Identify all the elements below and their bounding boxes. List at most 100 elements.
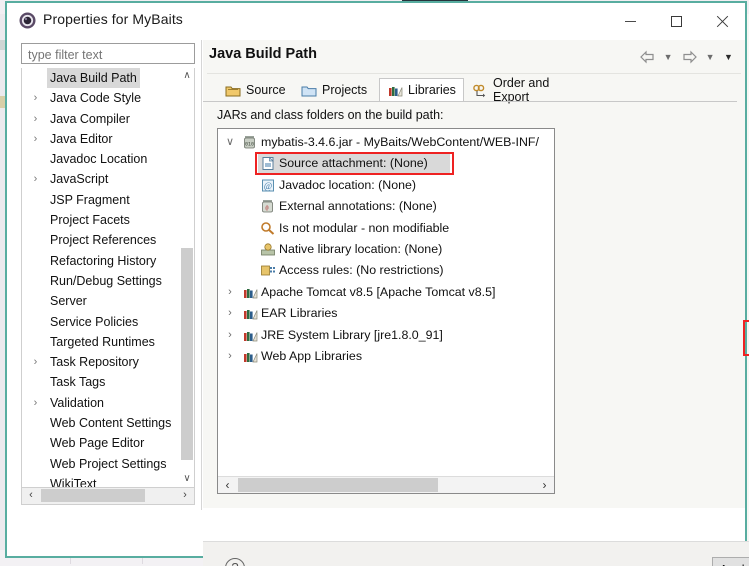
build-path-tree-row[interactable]: › Web App Libraries (218, 346, 554, 367)
tab-order-and-export[interactable]: Order and Export (464, 76, 586, 104)
sidebar-item-java-code-style[interactable]: › Java Code Style (22, 88, 182, 108)
chevron-right-icon[interactable]: › (224, 282, 236, 303)
tab-bar: Source Projects Libraries Order and Export (217, 76, 737, 104)
tab-projects[interactable]: Projects (293, 78, 379, 102)
sidebar-item-java-compiler[interactable]: › Java Compiler (22, 109, 182, 129)
build-path-row-label: EAR Libraries (261, 306, 338, 321)
build-path-tree-row[interactable]: Is not modular - non modifiable (218, 218, 554, 239)
build-path-tree-row[interactable]: › JRE System Library [jre1.8.0_91] (218, 325, 554, 346)
library-icon (242, 349, 258, 364)
settings-sidebar: Java Build Path › Java Code Style › Java Com… (15, 40, 197, 505)
sidebar-item-web-content-settings[interactable]: Web Content Settings (22, 413, 182, 433)
build-path-row-label: Web App Libraries (261, 348, 363, 363)
hscrollbar-thumb[interactable] (238, 478, 438, 492)
sidebar-item-server[interactable]: Server (22, 291, 182, 311)
chevron-right-icon[interactable]: › (30, 88, 41, 108)
chevron-right-icon[interactable]: › (30, 169, 41, 189)
maximize-icon (670, 16, 682, 27)
sidebar-item-project-facets[interactable]: Project Facets (22, 210, 182, 230)
chevron-right-icon[interactable]: › (224, 303, 236, 324)
minimize-button[interactable] (607, 3, 653, 40)
sidebar-item-run-debug-settings[interactable]: Run/Debug Settings (22, 271, 182, 291)
build-path-horizontal-scrollbar[interactable]: ‹ › (218, 476, 554, 493)
build-path-tree-row[interactable]: @ Javadoc location: (None) (218, 175, 554, 196)
chevron-right-icon[interactable]: › (224, 325, 236, 346)
external-annotations-icon: @ (260, 199, 276, 214)
close-button[interactable] (699, 3, 745, 40)
help-icon[interactable]: ? (225, 558, 245, 566)
properties-icon (19, 12, 36, 29)
library-icon (242, 328, 258, 343)
scroll-down-icon[interactable]: ∨ (180, 471, 194, 487)
sidebar-horizontal-scrollbar[interactable]: ‹ › (21, 488, 195, 505)
library-icon (242, 285, 258, 300)
build-path-tree-row[interactable]: Source attachment: (None) (218, 152, 554, 176)
forward-icon[interactable] (681, 50, 698, 64)
sidebar-item-jsp-fragment[interactable]: JSP Fragment (22, 190, 182, 210)
source-folder-icon (225, 83, 241, 98)
hscroll-left-icon[interactable]: ‹ (219, 477, 236, 493)
back-history-caret-down-icon[interactable]: ▼ (663, 50, 674, 64)
sidebar-item-javascript[interactable]: › JavaScript (22, 169, 182, 189)
sidebar-item-java-build-path[interactable]: Java Build Path (22, 68, 182, 89)
sidebar-item-label: Web Project Settings (50, 456, 167, 471)
scroll-up-icon[interactable]: ∧ (180, 68, 194, 84)
build-path-tree-row[interactable]: Access rules: (No restrictions) (218, 260, 554, 281)
sidebar-item-label: Targeted Runtimes (50, 334, 155, 349)
sidebar-item-wikitext[interactable]: WikiText (22, 474, 182, 488)
libraries-books-icon (387, 83, 403, 98)
sidebar-item-validation[interactable]: › Validation (22, 393, 182, 413)
sidebar-item-label: Task Tags (50, 375, 106, 390)
sidebar-item-java-editor[interactable]: › Java Editor (22, 129, 182, 149)
filter-box[interactable] (21, 43, 195, 65)
hscroll-right-icon[interactable]: › (177, 488, 193, 503)
build-path-row-label: mybatis-3.4.6.jar - MyBaits/WebContent/W… (261, 135, 539, 149)
search-input[interactable] (26, 44, 194, 65)
chevron-down-icon[interactable]: ∨ (224, 132, 236, 153)
tab-libraries[interactable]: Libraries (379, 78, 464, 102)
minimize-icon (624, 21, 636, 22)
forward-history-caret-down-icon[interactable]: ▼ (705, 50, 716, 64)
chevron-right-icon[interactable]: › (30, 393, 41, 413)
sidebar-item-web-page-editor[interactable]: Web Page Editor (22, 433, 182, 453)
sidebar-item-targeted-runtimes[interactable]: Targeted Runtimes (22, 332, 182, 352)
build-path-tree-row[interactable]: @ External annotations: (None) (218, 196, 554, 217)
back-icon[interactable] (639, 50, 656, 64)
sidebar-item-label: Refactoring History (50, 253, 157, 268)
build-path-row-label: Access rules: (No restrictions) (279, 263, 444, 278)
properties-dialog: Properties for MyBaits Java Build Path›J… (5, 1, 749, 566)
view-menu-caret-down-icon[interactable]: ▼ (723, 50, 734, 64)
sidebar-item-javadoc-location[interactable]: Javadoc Location (22, 149, 182, 169)
build-path-tree-row[interactable]: › Apache Tomcat v8.5 [Apache Tomcat v8.5] (218, 282, 554, 303)
apply-and-close-button[interactable]: Apply and Close (712, 557, 749, 566)
hscroll-left-icon[interactable]: ‹ (23, 488, 39, 503)
build-path-tree-row[interactable]: ∨ 010 mybatis-3.4.6.jar - MyBaits/WebConte… (218, 132, 554, 153)
sidebar-item-label: WikiText (50, 476, 97, 488)
tab-underline (203, 101, 737, 102)
tab-label: Projects (322, 83, 368, 97)
sidebar-item-web-project-settings[interactable]: Web Project Settings (22, 454, 182, 474)
sidebar-tree[interactable]: Java Build Path › Java Code Style › Java Com… (21, 68, 195, 488)
scrollbar-thumb[interactable] (181, 248, 193, 460)
chevron-right-icon[interactable]: › (30, 109, 41, 129)
sidebar-item-task-repository[interactable]: › Task Repository (22, 352, 182, 372)
build-path-row-label: Native library location: (None) (279, 241, 443, 256)
build-path-tree-row[interactable]: Native library location: (None) (218, 239, 554, 260)
sidebar-item-label: Task Repository (50, 355, 139, 370)
chevron-right-icon[interactable]: › (30, 352, 41, 372)
tab-source[interactable]: Source (217, 78, 293, 102)
sidebar-item-service-policies[interactable]: Service Policies (22, 312, 182, 332)
build-path-tree-row[interactable]: › EAR Libraries (218, 303, 554, 324)
build-path-tree[interactable]: ∨ 010 mybatis-3.4.6.jar - MyBaits/WebConte… (217, 128, 555, 494)
sidebar-item-label: Java Code Style (50, 91, 142, 106)
chevron-right-icon[interactable]: › (30, 129, 41, 149)
pane-splitter[interactable] (201, 40, 202, 510)
chevron-right-icon[interactable]: › (224, 346, 236, 367)
hscrollbar-thumb[interactable] (41, 489, 145, 502)
sidebar-vertical-scrollbar[interactable]: ∧ ∨ (180, 68, 194, 487)
sidebar-item-refactoring-history[interactable]: Refactoring History (22, 251, 182, 271)
sidebar-item-task-tags[interactable]: Task Tags (22, 372, 182, 392)
sidebar-item-project-references[interactable]: Project References (22, 230, 182, 250)
maximize-button[interactable] (653, 3, 699, 40)
hscroll-right-icon[interactable]: › (536, 477, 553, 493)
